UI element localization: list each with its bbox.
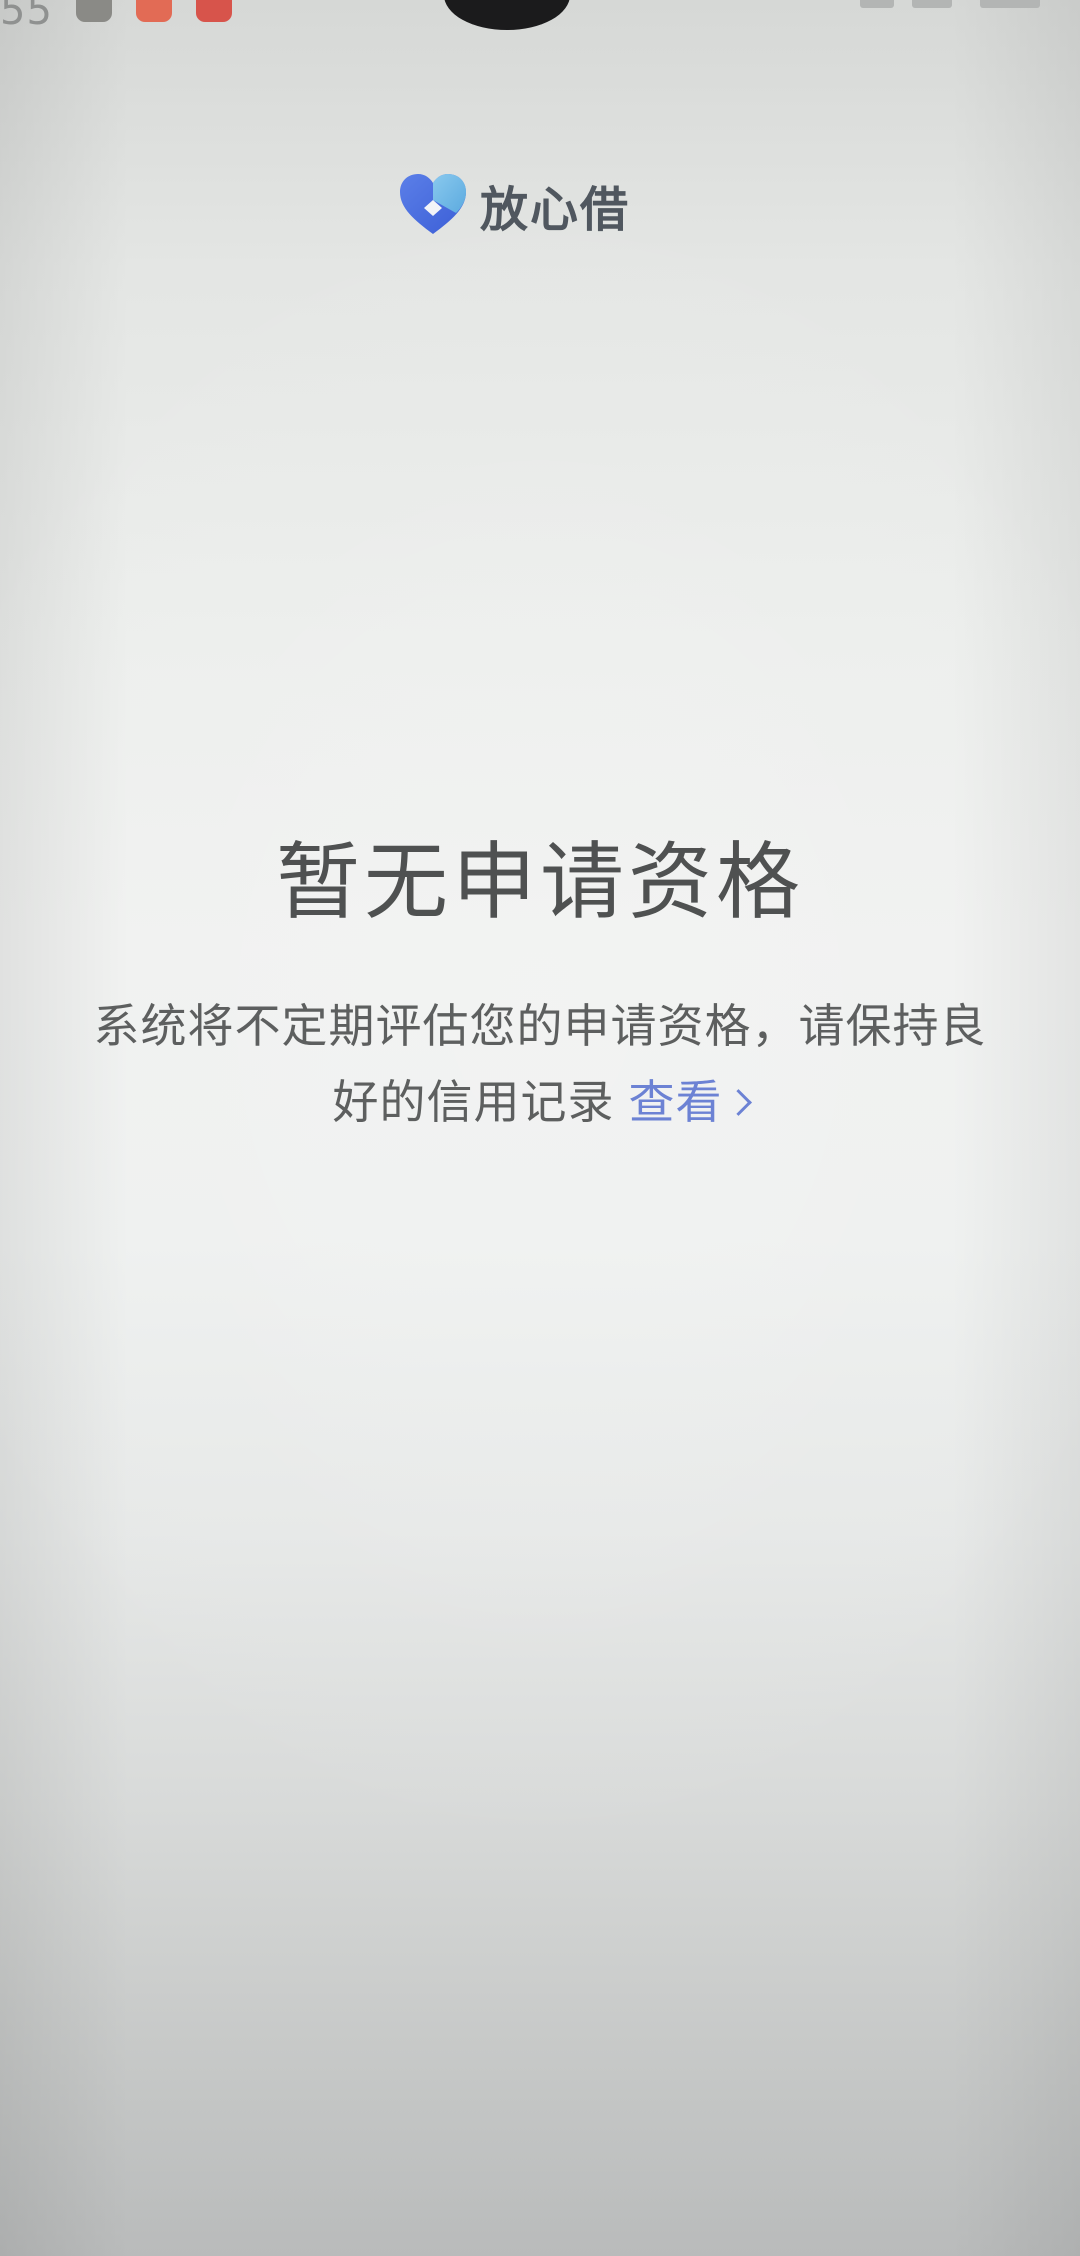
description-line-2-text: 好的信用记录	[332, 1075, 615, 1129]
view-link-label: 查看	[628, 1075, 723, 1129]
description-line-1: 系统将不定期评估您的申请资格，请保持良	[93, 999, 987, 1053]
description-line-2: 好的信用记录 查看	[40, 1064, 1040, 1140]
camera-cutout	[444, 0, 570, 30]
status-indicators	[860, 0, 1060, 8]
notification-app-icon	[136, 0, 172, 22]
heart-shield-logo-icon	[400, 174, 466, 234]
empty-state-title: 暂无申请资格	[275, 833, 804, 931]
status-bar: 55	[0, 0, 1080, 40]
chevron-right-icon	[724, 1089, 752, 1116]
signal-icon	[860, 0, 894, 8]
notification-app-icon	[196, 0, 232, 22]
notification-app-icon	[76, 0, 112, 22]
battery-icon	[980, 0, 1040, 8]
wifi-icon	[912, 0, 952, 8]
empty-state-description: 系统将不定期评估您的申请资格，请保持良 好的信用记录 查看	[40, 988, 1040, 1140]
status-time: 55	[0, 0, 53, 34]
brand-logo: 放心借	[396, 170, 630, 240]
view-credit-record-link[interactable]: 查看	[628, 1075, 752, 1129]
brand-name: 放心借	[480, 182, 631, 238]
